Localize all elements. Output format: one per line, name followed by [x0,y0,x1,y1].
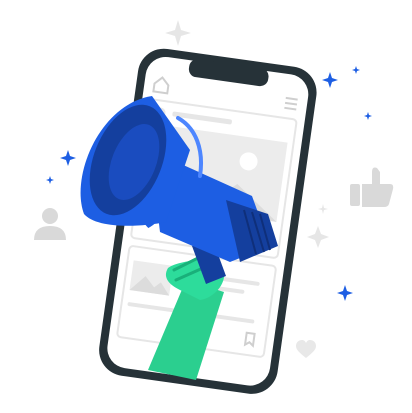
user-icon [34,208,66,240]
illustration-svg [34,20,394,394]
sparkle-blue-6 [337,285,353,301]
heart-outline-icon [296,340,316,358]
sparkle-blue-4 [60,150,76,166]
sparkle-blue-3 [364,112,372,120]
sparkle-grey-top [165,20,191,46]
sparkle-grey-small [318,204,328,214]
sparkle-blue-1 [322,72,338,88]
sparkle-grey-right [307,226,329,248]
sparkle-blue-5 [46,176,54,184]
thumbs-up-icon [350,167,394,207]
illustration-scene [0,0,412,413]
sparkle-blue-2 [352,66,360,74]
